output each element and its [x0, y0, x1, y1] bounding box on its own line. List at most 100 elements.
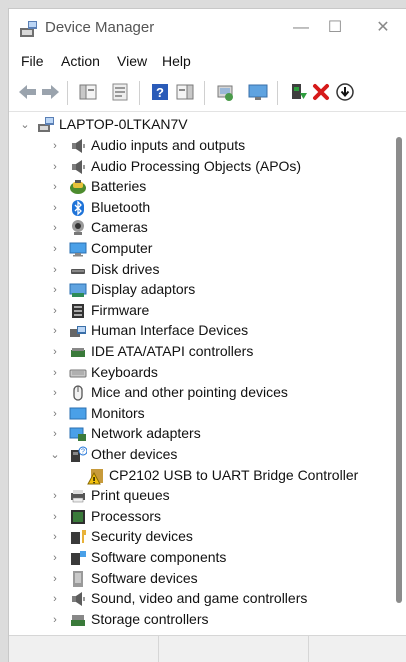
chevron-right-icon[interactable]: ›: [49, 222, 61, 234]
tree-device-item[interactable]: CP2102 USB to UART Bridge Controller: [9, 466, 389, 487]
uninstall-device-icon[interactable]: [310, 81, 332, 103]
battery-icon: [70, 180, 86, 195]
back-arrow-icon[interactable]: [17, 81, 39, 103]
chevron-right-icon[interactable]: ›: [49, 305, 61, 317]
chevron-right-icon[interactable]: ›: [49, 346, 61, 358]
tree-category-item[interactable]: › Computer: [9, 239, 389, 260]
tree-category-item[interactable]: › Cameras: [9, 218, 389, 239]
tree-category-item[interactable]: › Software components: [9, 548, 389, 569]
tree-item-label: Display adaptors: [91, 281, 196, 298]
chevron-right-icon[interactable]: ›: [49, 367, 61, 379]
chevron-right-icon[interactable]: ›: [49, 387, 61, 399]
status-segment: [9, 636, 159, 662]
chevron-right-icon[interactable]: ›: [49, 593, 61, 605]
tree-item-label: Network adapters: [91, 425, 201, 442]
menu-view[interactable]: View: [117, 53, 147, 69]
tree-root[interactable]: ⌄ LAPTOP-0LTKAN7V: [9, 115, 389, 136]
tree-category-item[interactable]: › Batteries: [9, 177, 389, 198]
mouse-icon: [73, 385, 83, 401]
chevron-right-icon[interactable]: ›: [49, 614, 61, 626]
tree-category-item[interactable]: › Bluetooth: [9, 198, 389, 219]
status-segment: [159, 636, 309, 662]
computer-name: LAPTOP-0LTKAN7V: [59, 116, 188, 132]
chevron-right-icon[interactable]: ›: [49, 181, 61, 193]
tree-category-item[interactable]: › Processors: [9, 507, 389, 528]
console-tree-icon[interactable]: [77, 81, 99, 103]
scan-hardware-icon[interactable]: [214, 81, 236, 103]
chevron-right-icon[interactable]: ›: [49, 140, 61, 152]
tree-category-item[interactable]: › Display adaptors: [9, 280, 389, 301]
forward-arrow-icon[interactable]: [39, 81, 61, 103]
disable-device-icon[interactable]: [334, 81, 356, 103]
menu-help[interactable]: Help: [162, 53, 191, 69]
toolbar-separator: [139, 81, 140, 105]
tree-category-item[interactable]: ⌄? Other devices: [9, 445, 389, 466]
chevron-right-icon[interactable]: ›: [49, 511, 61, 523]
tree-item-label: Sound, video and game controllers: [91, 590, 308, 607]
chevron-right-icon[interactable]: ›: [49, 428, 61, 440]
bluetooth-icon: [72, 199, 84, 216]
chevron-right-icon[interactable]: ›: [49, 408, 61, 420]
window-title: Device Manager: [45, 19, 155, 36]
tree-item-label: Print queues: [91, 487, 170, 504]
tree-item-label: Human Interface Devices: [91, 322, 249, 339]
tree-category-item[interactable]: › Monitors: [9, 404, 389, 425]
properties-icon[interactable]: [109, 81, 131, 103]
tree-category-item[interactable]: › Sound, video and game controllers: [9, 589, 389, 610]
tree-category-item[interactable]: › Firmware: [9, 301, 389, 322]
tree-category-item[interactable]: › IDE ATA/ATAPI controllers: [9, 342, 389, 363]
chevron-right-icon[interactable]: ›: [49, 264, 61, 276]
tree-item-label: Bluetooth: [91, 198, 151, 215]
tree-category-item[interactable]: › Audio Processing Objects (APOs): [9, 157, 389, 178]
display-adapter-icon: [69, 283, 87, 298]
toolbar-divider: [9, 111, 406, 112]
monitor-icon: [69, 407, 87, 420]
chevron-right-icon[interactable]: ›: [49, 573, 61, 585]
svg-text:?: ?: [156, 85, 164, 100]
menu-action[interactable]: Action: [61, 53, 100, 69]
disk-drive-icon: [71, 268, 85, 274]
tree-category-item[interactable]: › Mice and other pointing devices: [9, 383, 389, 404]
vertical-scrollbar[interactable]: [395, 119, 403, 629]
tree-item-label: Processors: [91, 507, 162, 524]
chevron-right-icon[interactable]: ›: [49, 161, 61, 173]
minimize-button[interactable]: —: [287, 15, 315, 41]
monitor-icon[interactable]: [247, 81, 269, 103]
update-driver-icon[interactable]: [287, 81, 309, 103]
tree-category-item[interactable]: ›System devices: [9, 630, 389, 633]
tree-category-item[interactable]: › Disk drives: [9, 260, 389, 281]
title-bar[interactable]: Device Manager — ☐ ✕: [9, 9, 406, 47]
computer-root-icon: [38, 117, 54, 132]
toolbar-separator: [67, 81, 68, 105]
chevron-down-icon[interactable]: ⌄: [19, 119, 31, 131]
tree-category-item[interactable]: › Network adapters: [9, 424, 389, 445]
tree-category-item[interactable]: › Human Interface Devices: [9, 321, 389, 342]
chevron-right-icon[interactable]: ›: [49, 531, 61, 543]
maximize-button[interactable]: ☐: [321, 15, 349, 41]
chevron-right-icon[interactable]: ›: [49, 284, 61, 296]
tree-category-item[interactable]: › Security devices: [9, 527, 389, 548]
action-pane-icon[interactable]: [174, 81, 196, 103]
toolbar-separator: [277, 81, 278, 105]
chevron-right-icon[interactable]: ›: [49, 202, 61, 214]
chevron-right-icon[interactable]: ›: [49, 490, 61, 502]
menu-file[interactable]: File: [21, 53, 44, 69]
tree-category-item[interactable]: › Keyboards: [9, 363, 389, 384]
close-button[interactable]: ✕: [369, 15, 397, 41]
tree-category-item[interactable]: › Audio inputs and outputs: [9, 136, 389, 157]
tree-category-item[interactable]: › Storage controllers: [9, 610, 389, 631]
firmware-icon: [72, 303, 84, 318]
chevron-right-icon[interactable]: ›: [49, 325, 61, 337]
chevron-right-icon[interactable]: ›: [49, 243, 61, 255]
device-manager-window: Device Manager — ☐ ✕ File Action View He…: [8, 8, 406, 662]
hid-icon: [70, 326, 86, 338]
tree-item-label: Monitors: [91, 404, 145, 421]
help-icon[interactable]: ?: [149, 81, 171, 103]
chevron-down-icon[interactable]: ⌄: [49, 449, 61, 461]
scrollbar-thumb[interactable]: [396, 137, 402, 603]
camera-icon: [72, 220, 84, 236]
tree-category-item[interactable]: › Software devices: [9, 569, 389, 590]
toolbar-separator: [204, 81, 205, 105]
chevron-right-icon[interactable]: ›: [49, 552, 61, 564]
tree-category-item[interactable]: › Print queues: [9, 486, 389, 507]
